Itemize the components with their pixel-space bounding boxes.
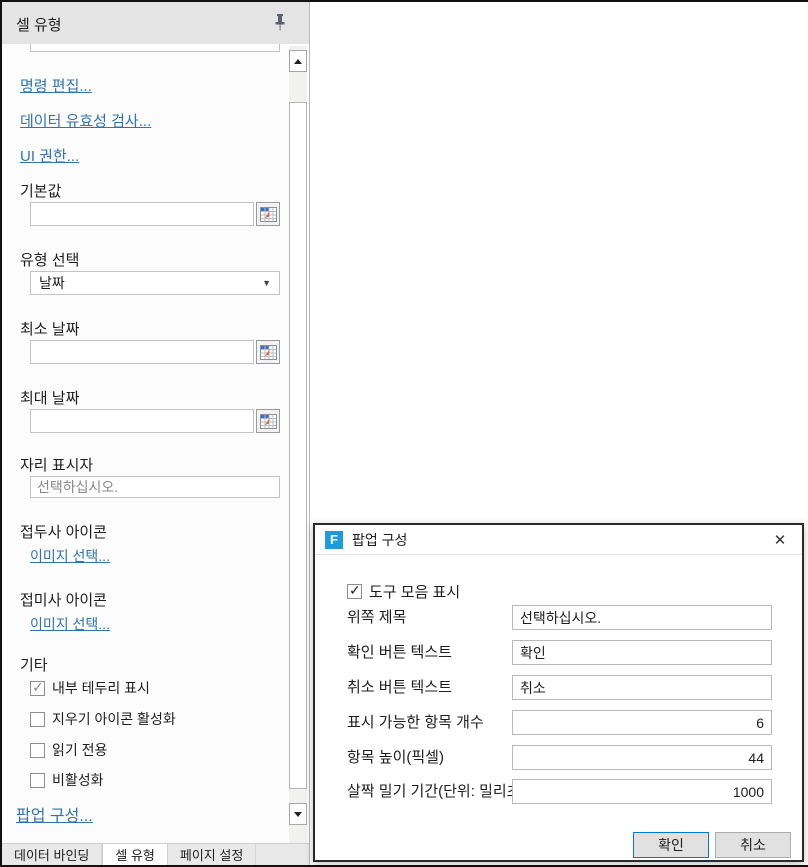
item-height-label: 항목 높이(픽셀) (347, 745, 444, 770)
checkbox-box[interactable]: ✓ (30, 743, 45, 758)
type-select-dropdown[interactable]: 날짜 ▼ (30, 271, 280, 295)
tab-data-binding[interactable]: 데이터 바인딩 (2, 844, 102, 865)
cancel-button[interactable]: 취소 (715, 832, 791, 858)
data-validation-link[interactable]: 데이터 유효성 검사... (20, 110, 151, 131)
top-title-field[interactable] (513, 606, 771, 629)
item-height-field[interactable] (513, 746, 771, 769)
clipped-input-field[interactable] (31, 44, 279, 51)
checkbox-read-only[interactable]: ✓ 읽기 전용 (30, 740, 107, 760)
checkbox-label: 도구 모음 표시 (369, 581, 460, 602)
min-date-label: 최소 날짜 (20, 318, 79, 339)
cancel-button-text-label: 취소 버튼 텍스트 (347, 675, 452, 700)
checkbox-show-inner-border[interactable]: ✓ 내부 테두리 표시 (30, 678, 150, 698)
checkbox-label: 비활성화 (52, 770, 104, 790)
default-value-input[interactable] (30, 202, 254, 226)
checkbox-label: 읽기 전용 (52, 740, 107, 760)
placeholder-field[interactable] (31, 477, 279, 497)
type-select-value: 날짜 (39, 273, 65, 293)
visible-item-count-input[interactable] (512, 710, 772, 735)
tab-cell-type[interactable]: 셀 유형 (102, 844, 168, 865)
placeholder-input[interactable] (30, 476, 280, 498)
suffix-icon-label: 접미사 아이콘 (20, 589, 107, 610)
checkbox-label: 지우기 아이콘 활성화 (52, 709, 176, 729)
popup-config-link[interactable]: 팝업 구성... (16, 802, 93, 826)
top-title-label: 위쪽 제목 (347, 605, 406, 630)
scroll-down-button[interactable] (289, 803, 307, 825)
checkbox-box[interactable]: ✓ (347, 584, 362, 599)
scrollbar-thumb[interactable] (289, 102, 307, 789)
max-date-label: 최대 날짜 (20, 387, 79, 408)
item-height-input[interactable] (512, 745, 772, 770)
cell-type-panel: 셀 유형 명령 편집... 데이터 유효성 검사... UI 권한... 기본값 (2, 2, 310, 865)
ok-button-text-field[interactable] (513, 641, 771, 664)
checkbox-label: 내부 테두리 표시 (52, 678, 150, 698)
visible-item-count-field[interactable] (513, 711, 771, 734)
cancel-button-text-input[interactable] (512, 675, 772, 700)
swipe-duration-input[interactable] (512, 779, 772, 804)
panel-title: 셀 유형 (16, 14, 62, 35)
panel-scrollbar[interactable] (289, 46, 307, 845)
max-date-input[interactable] (30, 409, 254, 433)
tab-page-settings[interactable]: 페이지 설정 (168, 844, 256, 865)
command-edit-link[interactable]: 명령 편집... (20, 75, 92, 96)
triangle-up-icon (294, 59, 302, 64)
min-date-input[interactable] (30, 340, 254, 364)
close-icon[interactable]: ✕ (768, 528, 792, 552)
checkbox-show-toolbar[interactable]: ✓ 도구 모음 표시 (347, 581, 460, 602)
top-title-input[interactable] (512, 605, 772, 630)
swipe-duration-label: 살짝 밀기 기간(단위: 밀리초) (347, 779, 525, 804)
ok-button-text-label: 확인 버튼 텍스트 (347, 640, 452, 665)
suffix-image-select-link[interactable]: 이미지 선택... (30, 614, 110, 634)
default-value-label: 기본값 (20, 180, 61, 201)
checkbox-box[interactable]: ✓ (30, 712, 45, 727)
cancel-button-text-field[interactable] (513, 676, 771, 699)
other-section-label: 기타 (20, 654, 48, 675)
panel-content: 명령 편집... 데이터 유효성 검사... UI 권한... 기본값 유형 선… (2, 44, 286, 845)
panel-tab-bar: 데이터 바인딩 셀 유형 페이지 설정 (2, 843, 309, 865)
checkbox-disabled[interactable]: ✓ 비활성화 (30, 770, 104, 790)
ui-permission-link[interactable]: UI 권한... (20, 145, 79, 166)
type-select-label: 유형 선택 (20, 249, 79, 270)
app-logo-icon: F (325, 531, 343, 549)
swipe-duration-field[interactable] (513, 780, 771, 803)
ok-button-text-input[interactable] (512, 640, 772, 665)
triangle-down-icon (294, 812, 302, 817)
min-date-cell-picker-button[interactable] (256, 340, 280, 364)
max-date-field[interactable] (31, 410, 253, 432)
ok-button[interactable]: 확인 (633, 832, 709, 858)
cell-reference-icon (260, 207, 277, 222)
cell-reference-icon (260, 345, 277, 360)
checkbox-enable-clear-icon[interactable]: ✓ 지우기 아이콘 활성화 (30, 709, 176, 729)
default-value-cell-picker-button[interactable] (256, 202, 280, 226)
pin-icon[interactable] (273, 13, 287, 33)
prefix-icon-label: 접두사 아이콘 (20, 521, 107, 542)
dialog-title-bar[interactable]: F 팝업 구성 ✕ (315, 525, 802, 555)
checkbox-box[interactable]: ✓ (30, 681, 45, 696)
app-window: 셀 유형 명령 편집... 데이터 유효성 검사... UI 권한... 기본값 (0, 0, 808, 867)
panel-header: 셀 유형 (2, 2, 309, 44)
popup-config-dialog: F 팝업 구성 ✕ ✓ 도구 모음 표시 위쪽 제목 확인 버튼 텍스트 취소 … (313, 523, 804, 862)
min-date-field[interactable] (31, 341, 253, 363)
checkbox-box[interactable]: ✓ (30, 773, 45, 788)
max-date-cell-picker-button[interactable] (256, 409, 280, 433)
scroll-up-button[interactable] (289, 50, 307, 72)
dialog-title: 팝업 구성 (352, 530, 407, 550)
chevron-down-icon: ▼ (262, 278, 271, 288)
placeholder-label: 자리 표시자 (20, 454, 93, 475)
clipped-input[interactable] (30, 44, 280, 52)
cell-reference-icon (260, 414, 277, 429)
visible-item-count-label: 표시 가능한 항목 개수 (347, 710, 484, 735)
prefix-image-select-link[interactable]: 이미지 선택... (30, 546, 110, 566)
default-value-field[interactable] (31, 203, 253, 225)
